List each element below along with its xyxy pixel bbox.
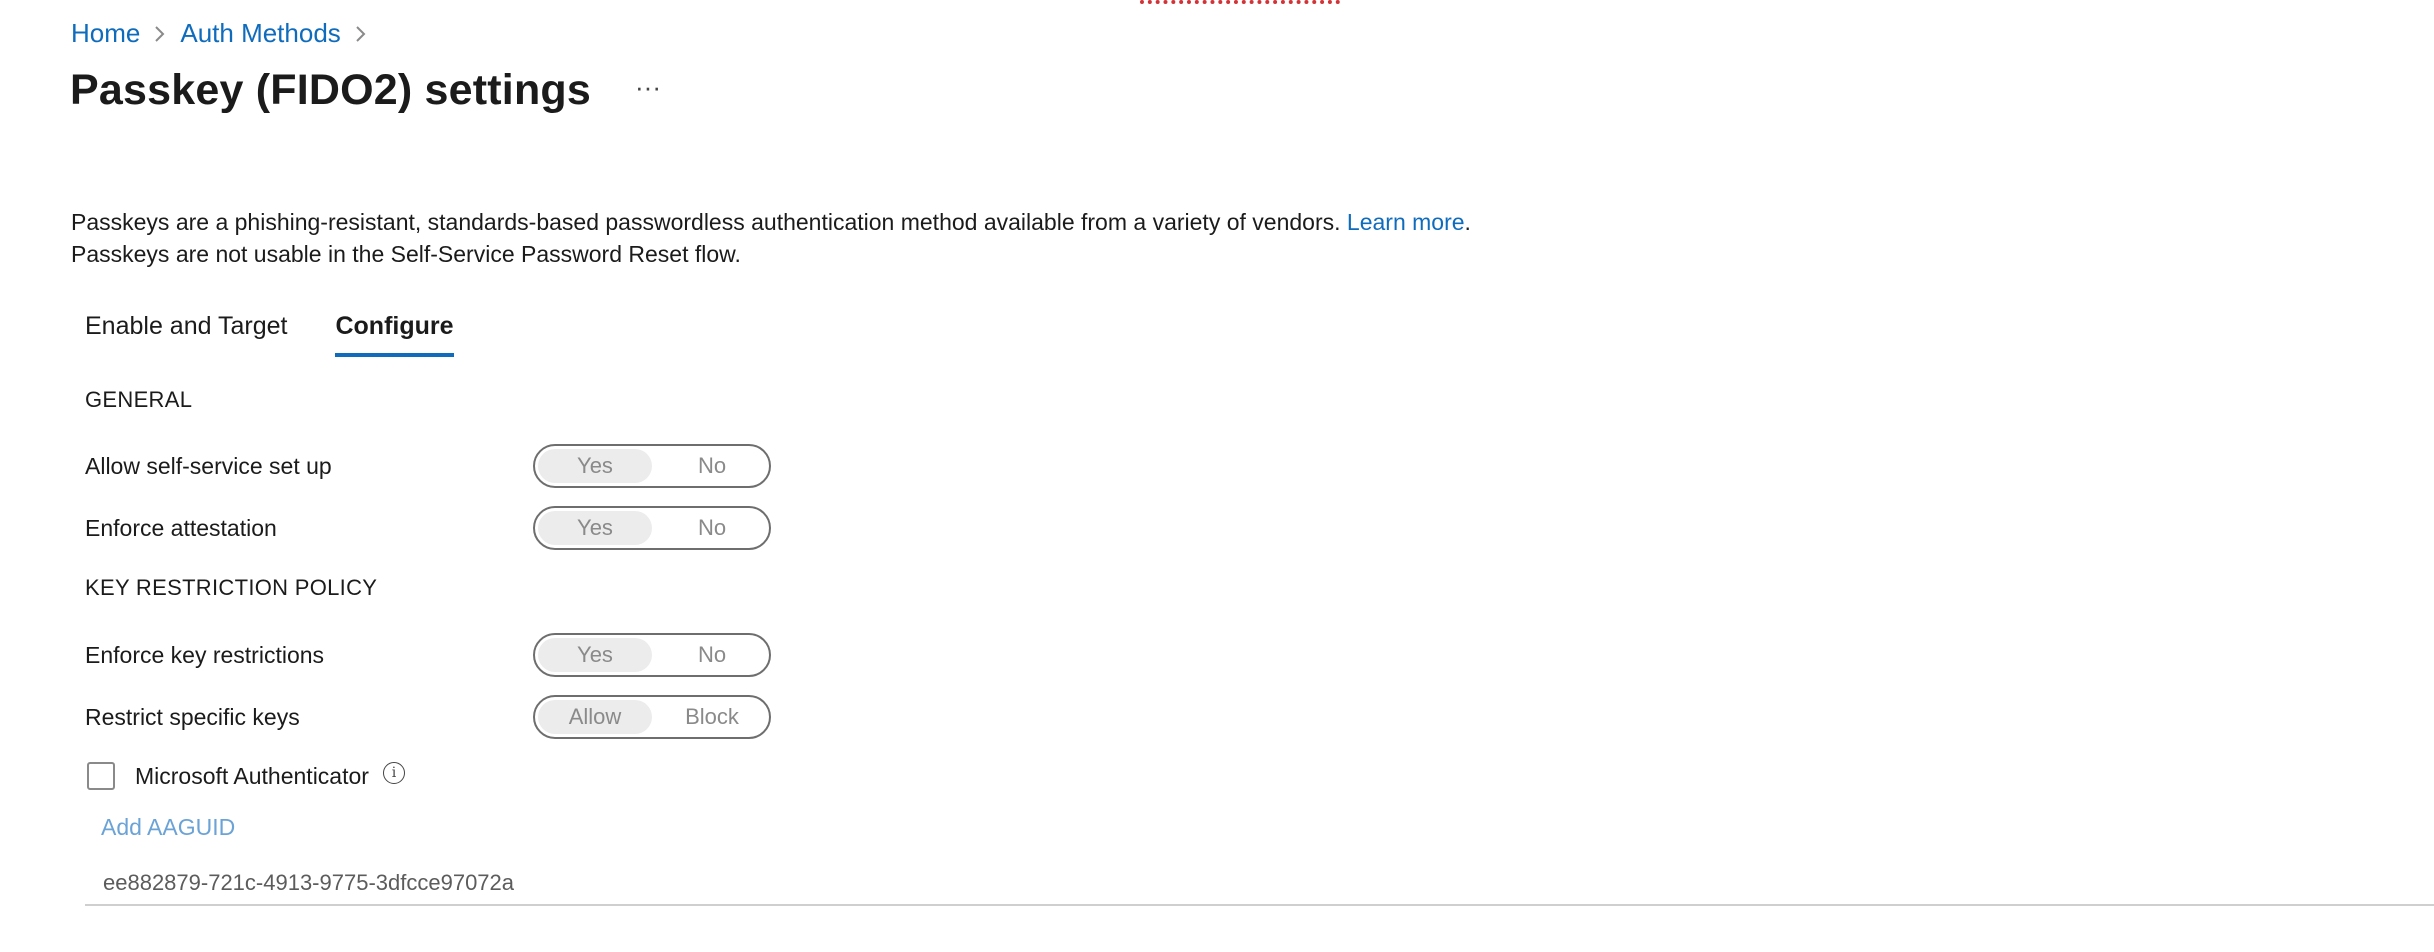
top-error-indicator (1140, 0, 1340, 8)
breadcrumb-home[interactable]: Home (71, 18, 140, 49)
section-heading-general: GENERAL (85, 387, 193, 412)
microsoft-authenticator-label: Microsoft Authenticator (135, 762, 369, 789)
ellipsis-icon[interactable]: ··· (635, 74, 661, 108)
page-description: Passkeys are a phishing-resistant, stand… (71, 206, 1471, 270)
toggle-option-yes[interactable]: Yes (538, 511, 652, 545)
setting-label-allow-self-service: Allow self-service set up (85, 453, 332, 479)
tab-list: Enable and Target Configure (85, 312, 454, 357)
page-title: Passkey (FIDO2) settings (70, 66, 591, 114)
toggle-restrict-specific-keys: Allow Block (533, 695, 771, 739)
toggle-enforce-attestation: Yes No (533, 506, 771, 550)
description-period: . (1464, 209, 1471, 235)
breadcrumb-auth-methods[interactable]: Auth Methods (180, 18, 340, 49)
microsoft-authenticator-row: Microsoft Authenticator i (87, 762, 405, 790)
toggle-option-block[interactable]: Block (655, 697, 769, 737)
setting-label-restrict-specific-keys: Restrict specific keys (85, 704, 300, 730)
toggle-allow-self-service: Yes No (533, 444, 771, 488)
info-icon[interactable]: i (382, 762, 405, 784)
section-heading-key-restriction: KEY RESTRICTION POLICY (85, 575, 378, 600)
breadcrumb: Home Auth Methods (71, 18, 381, 49)
microsoft-authenticator-checkbox[interactable] (87, 762, 115, 790)
toggle-enforce-key-restrictions: Yes No (533, 633, 771, 677)
tab-enable-and-target[interactable]: Enable and Target (85, 312, 287, 357)
setting-label-enforce-attestation: Enforce attestation (85, 515, 277, 541)
toggle-option-no[interactable]: No (655, 508, 769, 548)
description-line-2: Passkeys are not usable in the Self-Serv… (71, 241, 741, 267)
toggle-option-no[interactable]: No (655, 446, 769, 486)
toggle-option-no[interactable]: No (655, 635, 769, 675)
add-aaguid-link[interactable]: Add AAGUID (101, 814, 235, 841)
toggle-option-yes[interactable]: Yes (538, 638, 652, 672)
toggle-option-allow[interactable]: Allow (538, 700, 652, 734)
page-header: Passkey (FIDO2) settings ··· (70, 66, 661, 115)
tab-configure[interactable]: Configure (335, 312, 454, 357)
aaguid-input[interactable] (85, 862, 2434, 906)
chevron-right-icon (355, 25, 367, 43)
chevron-right-icon (154, 25, 166, 43)
description-line-1: Passkeys are a phishing-resistant, stand… (71, 209, 1341, 235)
setting-label-enforce-key-restrictions: Enforce key restrictions (85, 642, 325, 668)
toggle-option-yes[interactable]: Yes (538, 449, 652, 483)
learn-more-link[interactable]: Learn more (1347, 209, 1465, 235)
